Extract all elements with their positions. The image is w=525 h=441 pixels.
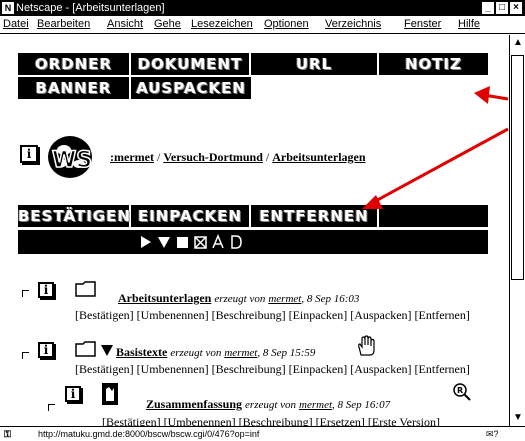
status-bar: ⚿ http://matuku.gmd.de:8000/bscw/bscw.cg… — [0, 426, 525, 441]
breadcrumb-versuch-dortmund[interactable]: Versuch-Dortmund — [163, 150, 263, 164]
info-icon[interactable]: i — [65, 386, 81, 402]
notiz-button[interactable]: NOTIZ — [379, 53, 488, 75]
einpacken-button[interactable]: EINPACKEN — [131, 205, 251, 227]
ordner-button[interactable]: ORDNER — [18, 53, 131, 75]
ws-logo: WS — [48, 136, 93, 178]
close-button[interactable]: × — [509, 1, 523, 15]
hand-icon — [358, 335, 375, 356]
minimize-button[interactable]: _ — [481, 1, 495, 15]
scroll-down-icon[interactable]: ▼ — [512, 412, 524, 424]
letter-a-icon[interactable] — [210, 233, 226, 251]
vertical-scrollbar[interactable]: ▲ ▼ — [509, 35, 525, 426]
list-item: Arbeitsunterlagen erzeugt von mermet, 8 … — [118, 291, 360, 305]
item-checkbox[interactable] — [22, 352, 29, 359]
page-content: ORDNER DOKUMENT URL NOTIZ BANNER AUSPACK… — [0, 35, 509, 426]
menu-verzeichnis[interactable]: Verzeichnis — [325, 16, 381, 33]
breadcrumb-mermet[interactable]: :mermet — [110, 150, 154, 164]
item-checkbox[interactable] — [22, 290, 29, 297]
select-down-icon[interactable] — [156, 233, 172, 251]
auspacken-button[interactable]: AUSPACKEN — [131, 77, 251, 99]
list-item: Basistexte erzeugt von mermet, 8 Sep 15:… — [116, 345, 316, 359]
menu-hilfe[interactable]: Hilfe — [458, 16, 480, 33]
expand-triangle-icon[interactable] — [100, 343, 114, 357]
info-icon[interactable]: i — [20, 145, 38, 163]
selection-tools — [138, 233, 244, 251]
ws-logo-text: WS — [52, 148, 92, 173]
cross-box-icon[interactable] — [192, 233, 208, 251]
list-item: Zusammenfassung erzeugt von mermet, 8 Se… — [146, 397, 391, 411]
breadcrumb: :mermet / Versuch-Dortmund / Arbeitsunte… — [110, 150, 366, 164]
menu-bearbeiten[interactable]: Bearbeiten — [37, 16, 90, 33]
document-icon[interactable] — [100, 381, 122, 407]
item-actions[interactable]: [Bestätigen] [Umbenennen] [Beschreibung]… — [102, 415, 440, 426]
folder-icon[interactable] — [75, 340, 97, 358]
info-icon[interactable]: i — [38, 342, 54, 358]
search-icon[interactable]: R — [452, 382, 472, 402]
selection-bar — [18, 230, 488, 254]
dokument-button[interactable]: DOKUMENT — [131, 53, 251, 75]
window-title: Netscape - [Arbeitsunterlagen] — [16, 2, 165, 14]
item-checkbox[interactable] — [48, 404, 55, 411]
menu-bar: Datei Bearbeiten Ansicht Gehe Lesezeiche… — [0, 16, 525, 34]
bestaetigen-button[interactable]: BESTÄTIGEN — [18, 205, 131, 227]
item-name-link[interactable]: Basistexte — [116, 345, 167, 359]
svg-text:R: R — [457, 386, 463, 395]
maximize-button[interactable]: □ — [495, 1, 509, 15]
play-icon[interactable] — [138, 233, 154, 251]
scroll-up-icon[interactable]: ▲ — [512, 37, 524, 49]
menu-datei[interactable]: Datei — [3, 16, 29, 33]
title-bar: N Netscape - [Arbeitsunterlagen] _ □ × — [0, 0, 525, 16]
menu-gehe[interactable]: Gehe — [154, 16, 181, 33]
item-actions[interactable]: [Bestätigen] [Umbenennen] [Beschreibung]… — [75, 362, 470, 377]
scroll-thumb[interactable] — [511, 55, 524, 280]
info-icon[interactable]: i — [38, 282, 54, 298]
status-url: http://matuku.gmd.de:8000/bscw/bscw.cgi/… — [38, 429, 260, 439]
breadcrumb-arbeitsunterlagen[interactable]: Arbeitsunterlagen — [272, 150, 365, 164]
letter-d-icon[interactable] — [228, 233, 244, 251]
item-name-link[interactable]: Arbeitsunterlagen — [118, 291, 211, 305]
menu-fenster[interactable]: Fenster — [404, 16, 441, 33]
menu-lesezeichen[interactable]: Lesezeichen — [191, 16, 253, 33]
menu-optionen[interactable]: Optionen — [264, 16, 309, 33]
item-actions[interactable]: [Bestätigen] [Umbenennen] [Beschreibung]… — [75, 308, 470, 323]
security-key-icon: ⚿ — [4, 429, 11, 439]
square-icon[interactable] — [174, 233, 190, 251]
mail-icon[interactable]: ✉? — [486, 427, 499, 441]
item-name-link[interactable]: Zusammenfassung — [146, 397, 242, 411]
folder-icon[interactable] — [75, 280, 97, 298]
item-user-link[interactable]: mermet — [299, 399, 332, 411]
item-user-link[interactable]: mermet — [268, 293, 301, 305]
netscape-icon[interactable]: N — [2, 2, 14, 14]
item-user-link[interactable]: mermet — [224, 347, 257, 359]
banner-button[interactable]: BANNER — [18, 77, 131, 99]
url-button[interactable]: URL — [251, 53, 379, 75]
menu-ansicht[interactable]: Ansicht — [107, 16, 143, 33]
entfernen-button[interactable]: ENTFERNEN — [251, 205, 379, 227]
